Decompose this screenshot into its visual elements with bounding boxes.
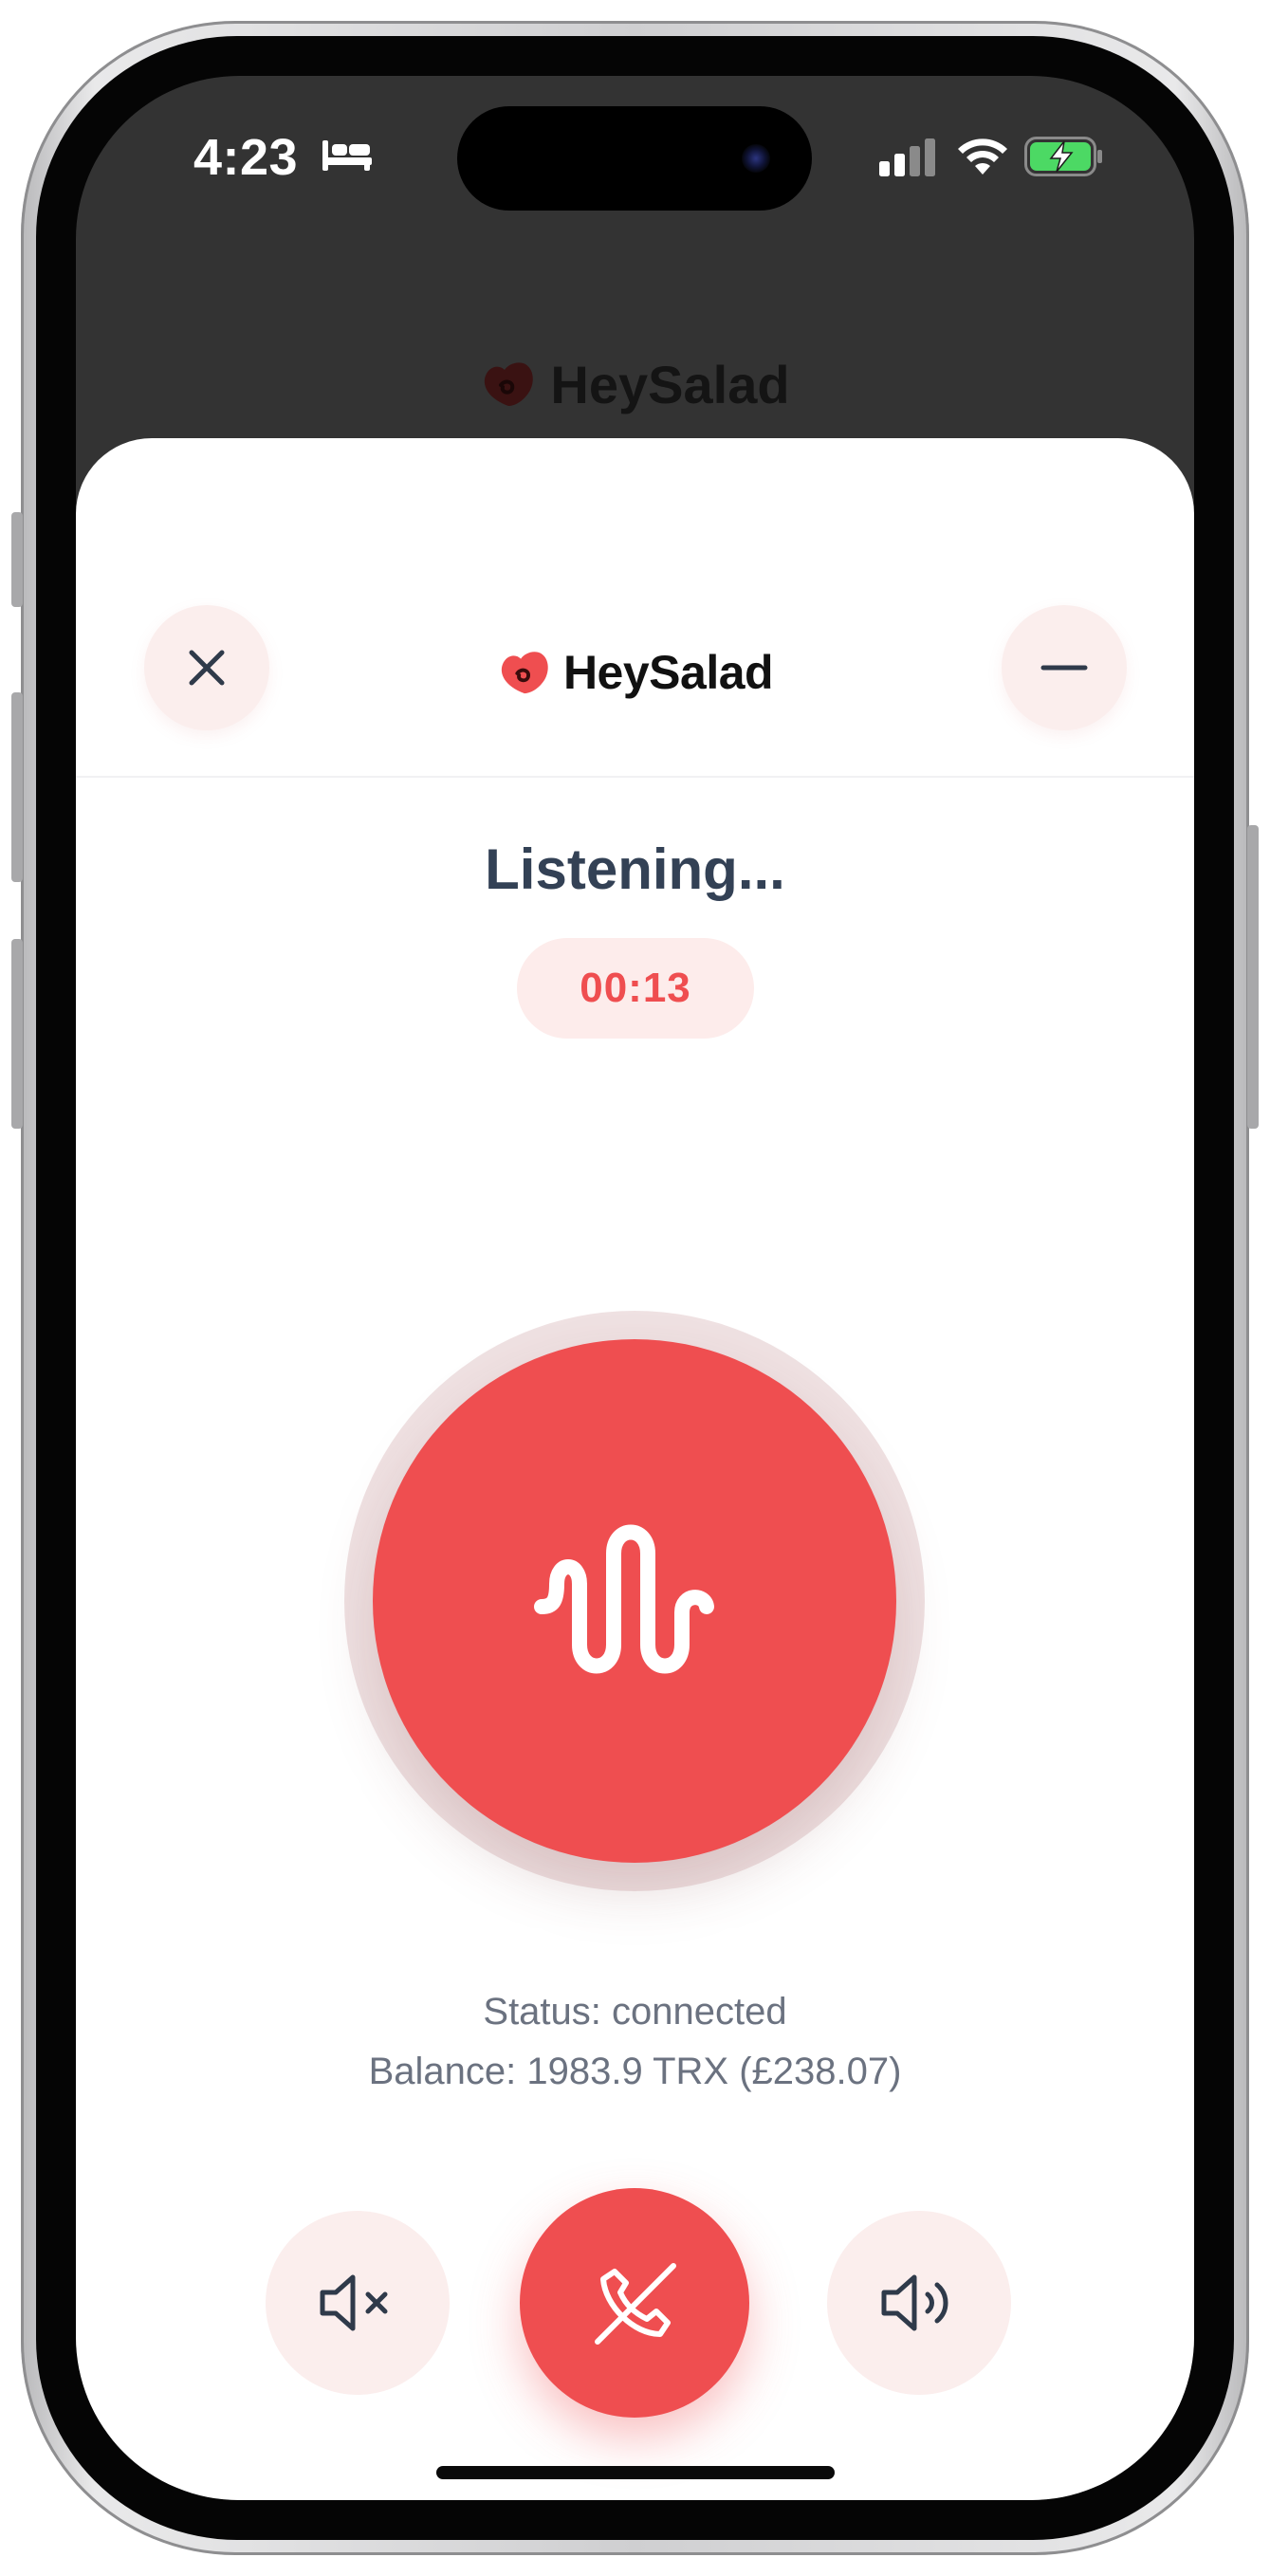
mute-button[interactable] [266, 2211, 450, 2395]
background-brand: HeySalad [76, 351, 1194, 417]
screen: 4:23 HeySalad HeySalad Listening... 00:1… [76, 76, 1194, 2500]
home-indicator[interactable] [436, 2466, 835, 2479]
cellular-signal-icon [879, 138, 935, 176]
dynamic-island [457, 106, 812, 211]
call-status-title: Listening... [485, 837, 785, 901]
wifi-icon [958, 138, 1007, 175]
header-divider [76, 776, 1194, 778]
sleep-bed-icon [322, 140, 372, 171]
action-button [11, 512, 23, 607]
status-time: 4:23 [193, 128, 374, 187]
background-brand-name: HeySalad [550, 354, 790, 414]
connection-status: Status: connected [483, 1991, 787, 2033]
heysalad-logo-icon [485, 362, 534, 406]
speaker-muted-icon [320, 2274, 388, 2331]
sound-wave-icon [534, 1524, 714, 1674]
minimize-icon [1040, 665, 1088, 671]
speaker-button[interactable] [827, 2211, 1011, 2395]
phone-end-icon [595, 2263, 676, 2345]
balance-info: Balance: 1983.9 TRX (£238.07) [368, 2051, 902, 2092]
listening-button[interactable] [373, 1339, 896, 1863]
volume-up-button [11, 692, 23, 882]
heysalad-logo-icon [501, 652, 548, 694]
power-button [1247, 825, 1259, 1129]
call-sheet: HeySalad Listening... 00:13 Status: conn… [76, 438, 1194, 2500]
volume-down-button [11, 939, 23, 1129]
front-camera [742, 144, 770, 173]
end-call-button[interactable] [520, 2188, 749, 2418]
speaker-on-icon [881, 2274, 948, 2331]
call-timer: 00:13 [517, 938, 754, 1039]
battery-charging-icon [1024, 137, 1102, 176]
minimize-button[interactable] [1002, 605, 1127, 730]
header-brand-name: HeySalad [562, 646, 774, 699]
